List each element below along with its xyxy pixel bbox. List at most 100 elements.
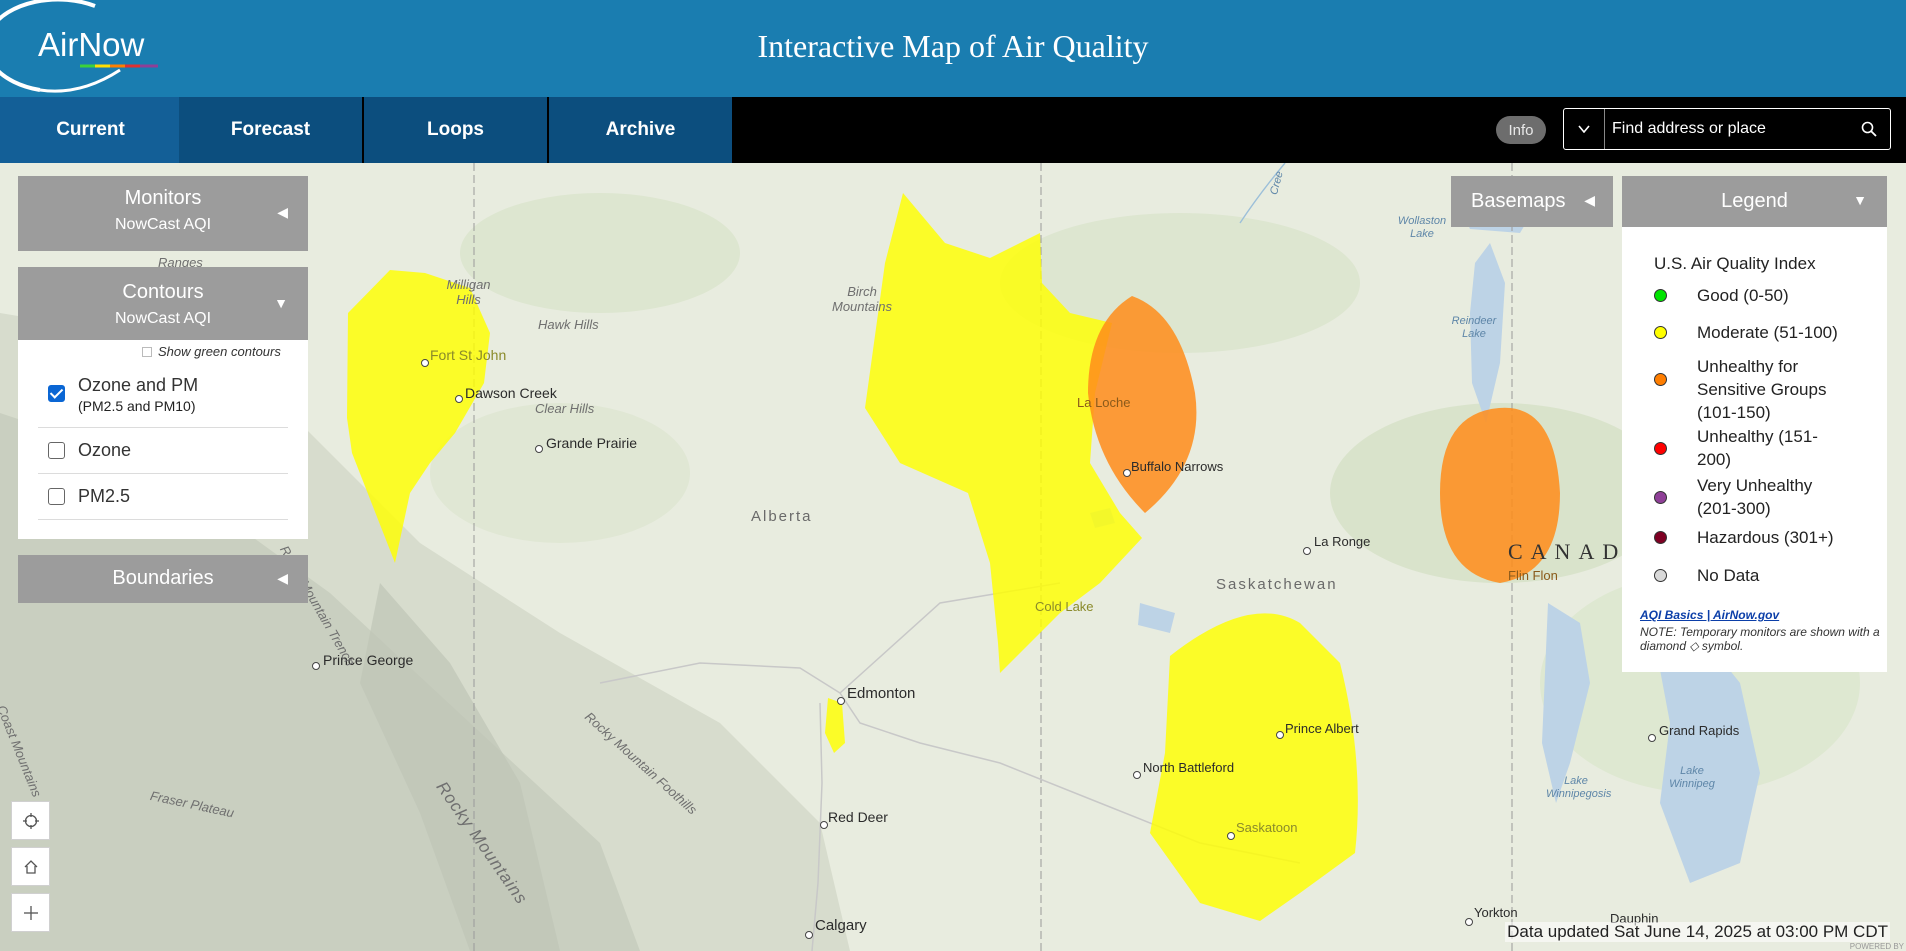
water-label: Wollaston Lake [1397,215,1447,240]
expand-down-icon: ▼ [1853,192,1867,208]
contour-option-ozone[interactable]: Ozone [38,428,288,474]
caret-down-icon [1578,125,1590,133]
legend-swatch-hazardous [1654,531,1667,544]
feature-label: Birch Mountains [832,284,892,314]
plus-icon [23,905,38,920]
place-label: Red Deer [828,809,888,825]
city-marker [421,359,429,367]
city-marker [805,931,813,939]
ozone-pm-checkbox[interactable] [48,385,65,402]
legend-header[interactable]: Legend ▼ [1622,176,1887,227]
panel-title: Boundaries [112,567,214,589]
legend-swatch-good [1654,289,1667,302]
aqi-basics-link[interactable]: AQI Basics | AirNow.gov [1640,608,1779,622]
legend-item: Very Unhealthy (201-300) [1697,476,1813,518]
panel-title: Contours [122,281,204,303]
legend-note: NOTE: Temporary monitors are shown with … [1640,625,1880,653]
place-label: Saskatoon [1236,820,1298,835]
home-button[interactable] [11,847,50,886]
region-label: Alberta [751,508,813,525]
city-marker [312,662,320,670]
show-green-label: Show green contours [158,344,281,359]
tab-forecast[interactable]: Forecast [179,97,364,163]
search-button[interactable] [1854,109,1884,149]
zoom-in-button[interactable] [11,893,50,932]
boundaries-panel-header[interactable]: Boundaries ◀ [18,555,308,603]
legend-swatch-no-data [1654,569,1667,582]
water-label: Lake Winnipeg [1669,765,1715,790]
app-header: AirNow Interactive Map of Air Quality [0,0,1906,97]
tab-loops[interactable]: Loops [364,97,549,163]
place-label: Flin Flon [1508,568,1558,583]
city-marker [820,821,828,829]
legend-item: No Data [1697,566,1760,585]
contour-moderate [347,270,490,563]
legend-panel: Legend ▼ U.S. Air Quality Index Good (0-… [1622,176,1887,672]
city-marker [1648,734,1656,742]
feature-label: Milligan Hills [446,277,491,307]
option-label: Ozone [78,440,132,460]
info-button[interactable]: Info [1496,116,1546,144]
legend-item: Moderate (51-100) [1697,323,1838,342]
locate-button[interactable] [11,801,50,840]
place-label: Fort St John [430,347,507,363]
legend-swatch-usg [1654,373,1667,386]
contour-option-pm25[interactable]: PM2.5 [38,474,288,520]
search-box [1563,108,1891,150]
region-label: Saskatchewan [1216,576,1338,593]
search-input[interactable] [1612,118,1852,140]
legend-swatch-unhealthy [1654,442,1667,455]
feature-label: Hawk Hills [538,317,599,332]
city-marker [1465,918,1473,926]
tab-archive[interactable]: Archive [549,97,734,163]
home-icon [24,859,37,874]
locate-icon [22,812,39,829]
collapse-left-icon: ◀ [277,570,288,586]
data-updated-status: Data updated Sat June 14, 2025 at 03:00 … [1505,922,1890,942]
city-marker [1123,469,1131,477]
collapse-left-icon: ◀ [1584,192,1595,208]
show-green-checkbox[interactable] [142,347,152,357]
place-label: Cold Lake [1035,599,1094,614]
water-label: Reindeer Lake [1451,315,1497,340]
place-label: La Ronge [1314,534,1371,549]
contours-panel-body: Show green contours Ozone and PM (PM2.5 … [18,340,308,539]
place-label: Yorkton [1474,905,1518,920]
city-marker [1227,832,1235,840]
tab-current[interactable]: Current [0,97,183,163]
legend-item: Unhealthy for Sensitive Groups (101-150) [1697,357,1827,422]
monitors-panel-header[interactable]: Monitors NowCast AQI ◀ [18,176,308,251]
ozone-checkbox[interactable] [48,442,65,459]
contour-option-ozone-pm[interactable]: Ozone and PM (PM2.5 and PM10) [38,365,288,428]
contours-panel-header[interactable]: Contours NowCast AQI ▼ [18,267,308,340]
legend-body: U.S. Air Quality Index Good (0-50) Moder… [1622,227,1887,672]
collapse-left-icon: ◀ [277,204,288,220]
city-marker [1303,547,1311,555]
city-marker [455,395,463,403]
panel-title: Monitors [124,187,202,209]
basemaps-label: Basemaps [1471,190,1566,212]
water-label: Lake Winnipegosis [1546,775,1612,800]
legend-item: Good (0-50) [1697,286,1789,305]
expand-down-icon: ▼ [274,295,288,311]
legend-item: Hazardous (301+) [1697,528,1834,547]
city-marker [1276,731,1284,739]
legend-item: Unhealthy (151-200) [1697,427,1818,469]
search-icon [1861,121,1877,137]
panel-subtitle: NowCast AQI [114,310,212,327]
city-marker [1133,771,1141,779]
city-marker [535,445,543,453]
basemaps-button[interactable]: Basemaps ◀ [1451,176,1613,227]
place-label: Grande Prairie [546,435,638,451]
place-label: North Battleford [1143,760,1235,775]
legend-swatch-very-unhealthy [1654,491,1667,504]
search-source-dropdown[interactable] [1564,109,1605,149]
place-label: Prince Albert [1285,721,1359,736]
option-sublabel: (PM2.5 and PM10) [78,398,196,414]
pm25-checkbox[interactable] [48,488,65,505]
legend-heading: U.S. Air Quality Index [1654,254,1816,273]
place-label: Dawson Creek [465,385,557,401]
legend-title: Legend [1721,190,1788,212]
legend-swatch-moderate [1654,326,1667,339]
page-title: Interactive Map of Air Quality [757,28,1149,64]
